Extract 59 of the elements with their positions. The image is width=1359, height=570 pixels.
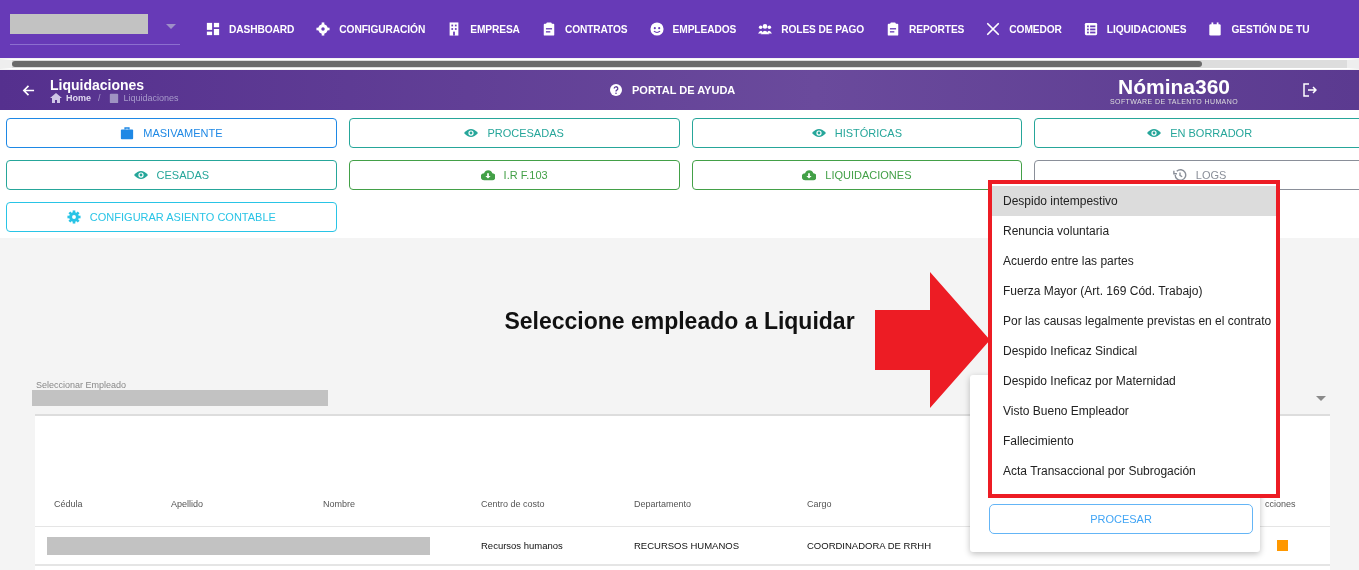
help-portal-link[interactable]: PORTAL DE AYUDA — [610, 84, 1106, 96]
column-header: Cédula — [54, 499, 83, 509]
list-icon — [1083, 22, 1098, 36]
eye-icon — [133, 168, 148, 182]
cloud-download-icon — [480, 168, 495, 182]
employee-select-field[interactable]: Seleccionar Empleado — [32, 380, 328, 406]
face-icon — [649, 22, 664, 36]
menu-option[interactable]: Fuerza Mayor (Art. 169 Cód. Trabajo) — [992, 276, 1276, 306]
dashboard-icon — [206, 22, 220, 36]
column-header: Nombre — [323, 499, 355, 509]
nav-menu-item[interactable]: ROLES DE PAGO — [758, 22, 865, 36]
logout-icon[interactable] — [1303, 83, 1317, 97]
column-header: Centro de costo — [481, 499, 545, 509]
table-cell: RECURSOS HUMANOS — [634, 540, 740, 551]
nav-menu-item[interactable]: CONFIGURACIÓN — [316, 22, 426, 36]
history-icon — [1172, 168, 1187, 182]
menu-option[interactable]: Fallecimiento — [992, 426, 1276, 456]
breadcrumb-link[interactable]: Home — [66, 93, 91, 103]
briefcase-icon — [120, 126, 135, 140]
nav-menu-item[interactable]: COMEDOR — [986, 22, 1062, 36]
help-icon — [610, 84, 622, 96]
nav-menu-item[interactable]: CONTRATOS — [541, 22, 628, 36]
column-header: cciones — [1265, 499, 1296, 509]
nav-menu-item[interactable]: LIQUIDACIONES — [1083, 22, 1187, 36]
home-icon — [50, 93, 62, 103]
back-arrow-icon[interactable] — [22, 83, 35, 97]
section-heading: Seleccione empleado a Liquidar — [504, 308, 855, 336]
menu-option[interactable]: Por las causas legalmente previstas en el contrato — [992, 306, 1276, 336]
menu-option[interactable]: Renuncia voluntaria — [992, 216, 1276, 246]
eye-icon — [1147, 126, 1162, 140]
breadcrumb-separator: / — [98, 93, 101, 103]
eye-icon — [464, 126, 479, 140]
nav-menu-item[interactable]: GESTIÓN DE TU — [1208, 22, 1310, 36]
caret-icon[interactable] — [1316, 396, 1326, 401]
menu-option[interactable]: Visto Bueno Empleador — [992, 396, 1276, 426]
column-header: Departamento — [634, 499, 692, 509]
menu-option[interactable]: Despido intempestivo — [992, 186, 1276, 216]
nav-menu-item[interactable]: EMPLEADOS — [649, 22, 737, 36]
logo-wordmark: Nómina360 — [1117, 75, 1230, 98]
company-select[interactable] — [10, 13, 180, 45]
action-button[interactable]: MASIVAMENTE — [6, 118, 337, 148]
column-header: Apellido — [171, 499, 204, 509]
table-cell: COORDINADORA DE RRHH — [807, 540, 932, 551]
column-header: Cargo — [807, 499, 832, 509]
menu-option[interactable]: Acuerdo entre las partes — [992, 246, 1276, 276]
nav-menu-item[interactable]: DASHBOARD — [206, 22, 295, 36]
menu-option[interactable]: Despido Ineficaz Sindical — [992, 336, 1276, 366]
table-cell: Recursos humanos — [481, 540, 563, 551]
breadcrumb-current: Liquidaciones — [123, 93, 179, 103]
nav-menu-item[interactable]: REPORTES — [886, 22, 965, 36]
calendar-icon — [1208, 22, 1223, 36]
cloud-download-icon — [802, 168, 817, 182]
people-icon — [758, 22, 773, 36]
menu-option[interactable]: Acta Transaccional por Subrogación — [992, 456, 1276, 486]
eye-icon — [811, 126, 826, 140]
page-title: Liquidaciones — [50, 77, 146, 93]
caret-icon — [166, 23, 176, 29]
nav-menu-item[interactable]: EMPRESA — [447, 22, 520, 36]
menu-option[interactable]: Despido Ineficaz por Maternidad — [992, 366, 1276, 396]
